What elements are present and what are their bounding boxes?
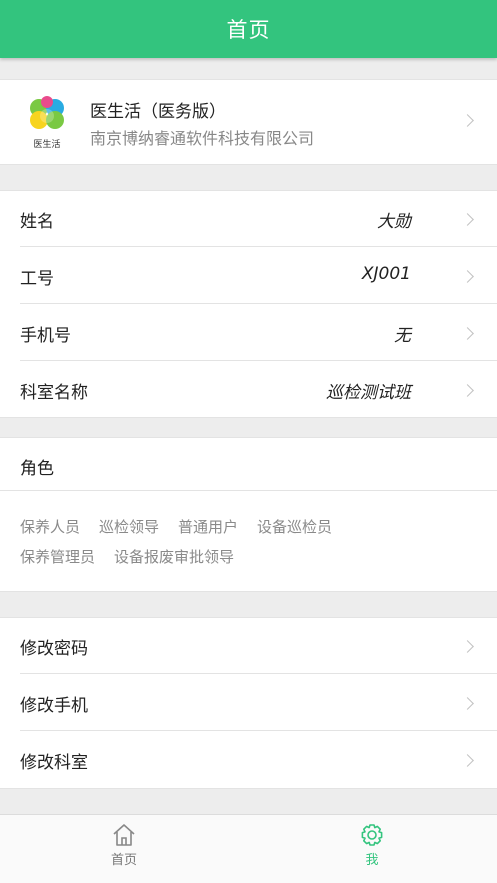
chevron-right-icon (461, 270, 474, 283)
info-row-phone[interactable]: 手机号 无 (0, 305, 497, 361)
app-info-card[interactable]: 医生活 医生活（医务版） 南京博纳睿通软件科技有限公司 (0, 79, 497, 165)
divider (20, 246, 497, 247)
divider (20, 730, 497, 731)
role-tag: 普通用户 (178, 518, 239, 536)
chevron-right-icon (461, 114, 474, 127)
change-phone-label: 修改手机 (20, 696, 88, 716)
profile-content: 医生活 医生活（医务版） 南京博纳睿通软件科技有限公司 姓名 大勋 工号 XJ0… (0, 58, 497, 815)
bottom-tab-bar: 首页 我 (0, 814, 497, 883)
phone-value: 无 (394, 326, 411, 346)
tab-home-label: 首页 (110, 853, 137, 868)
app-logo: 医生活 (22, 94, 72, 150)
name-label: 姓名 (20, 212, 54, 232)
name-value: 大勋 (377, 212, 411, 232)
divider (20, 303, 497, 304)
page-title: 首页 (226, 18, 271, 42)
tab-me[interactable]: 我 (332, 823, 412, 879)
app-logo-text: 医生活 (33, 140, 61, 150)
tab-home[interactable]: 首页 (84, 823, 164, 879)
app-company: 南京博纳睿通软件科技有限公司 (90, 129, 315, 148)
gear-icon (361, 824, 383, 846)
change-department-row[interactable]: 修改科室 (0, 732, 497, 788)
chevron-right-icon (461, 754, 474, 767)
change-password-label: 修改密码 (20, 639, 88, 659)
role-tag: 设备巡检员 (257, 518, 333, 536)
app-name: 医生活（医务版） (90, 102, 226, 122)
info-row-employee-id[interactable]: 工号 XJ001 (0, 248, 497, 304)
role-tag-list: 保养人员 巡检领导 普通用户 设备巡检员保养管理员 设备报废审批领导 (20, 512, 480, 572)
change-phone-row[interactable]: 修改手机 (0, 675, 497, 731)
clover-logo-icon (30, 96, 64, 129)
role-tag: 设备报废审批领导 (114, 548, 235, 566)
role-tag: 保养管理员 (20, 548, 96, 566)
user-info-card: 姓名 大勋 工号 XJ001 手机号 无 科室名称 巡检测试班 (0, 190, 497, 418)
role-tag: 保养人员 (20, 518, 81, 536)
info-row-name[interactable]: 姓名 大勋 (0, 191, 497, 247)
department-label: 科室名称 (20, 383, 88, 403)
chevron-right-icon (461, 327, 474, 340)
divider (0, 490, 497, 491)
chevron-right-icon (461, 640, 474, 653)
divider (20, 360, 497, 361)
tab-me-label: 我 (365, 853, 379, 868)
top-bar: 首页 (0, 0, 497, 58)
chevron-right-icon (461, 213, 474, 226)
account-actions-card: 修改密码 修改手机 修改科室 (0, 617, 497, 789)
phone-label: 手机号 (20, 326, 71, 346)
chevron-right-icon (461, 697, 474, 710)
home-icon (113, 824, 135, 846)
department-value: 巡检测试班 (326, 383, 411, 403)
change-department-label: 修改科室 (20, 753, 88, 773)
divider (20, 673, 497, 674)
roles-title: 角色 (20, 459, 54, 479)
role-tag: 巡检领导 (99, 518, 160, 536)
employee-id-label: 工号 (20, 269, 54, 289)
chevron-right-icon (461, 384, 474, 397)
info-row-department[interactable]: 科室名称 巡检测试班 (0, 362, 497, 418)
change-password-row[interactable]: 修改密码 (0, 618, 497, 674)
employee-id-value: XJ001 (361, 264, 411, 284)
roles-card: 角色 保养人员 巡检领导 普通用户 设备巡检员保养管理员 设备报废审批领导 (0, 437, 497, 592)
